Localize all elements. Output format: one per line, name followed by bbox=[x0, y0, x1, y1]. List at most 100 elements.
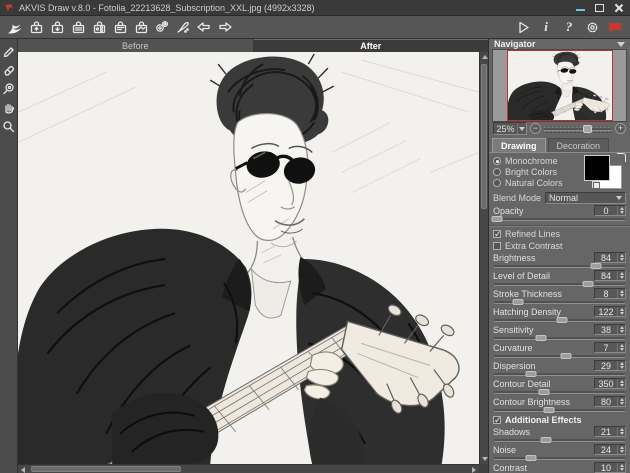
hand-icon[interactable] bbox=[1, 100, 16, 115]
param-spinbox[interactable]: 24 bbox=[594, 444, 626, 455]
param-slider[interactable] bbox=[494, 407, 625, 414]
maximize-button[interactable] bbox=[594, 3, 605, 13]
title-bar: AKVIS Draw v.8.0 - Fotolia_22213628_Subs… bbox=[0, 0, 630, 16]
param-label: Contrast bbox=[493, 463, 527, 473]
param-spinbox[interactable]: 7 bbox=[594, 342, 626, 353]
param-slider[interactable] bbox=[494, 455, 625, 462]
preview-pencil-icon[interactable] bbox=[1, 43, 16, 58]
post-processing-brush-icon[interactable] bbox=[174, 18, 192, 36]
scroll-down-icon[interactable] bbox=[482, 457, 488, 461]
param-spinbox[interactable]: 29 bbox=[594, 360, 626, 371]
navigator-collapse-icon[interactable] bbox=[617, 42, 625, 47]
zoom-magnifier-icon[interactable] bbox=[1, 119, 16, 134]
open-image-icon[interactable] bbox=[27, 18, 45, 36]
param-spinbox[interactable]: 21 bbox=[594, 426, 626, 437]
param-slider[interactable] bbox=[494, 353, 625, 360]
quick-settings-gears-icon[interactable] bbox=[153, 18, 171, 36]
option-refined-lines[interactable]: Refined Lines bbox=[489, 228, 630, 240]
param-slider[interactable] bbox=[494, 335, 625, 342]
zoom-dropdown-icon[interactable] bbox=[517, 123, 526, 134]
param-label: Brightness bbox=[493, 253, 536, 263]
settings-tabs: Drawing Decoration bbox=[489, 138, 630, 153]
image-canvas[interactable] bbox=[18, 52, 479, 464]
close-button[interactable] bbox=[613, 3, 624, 13]
save-image-icon[interactable] bbox=[48, 18, 66, 36]
param-spinbox[interactable]: 350 bbox=[594, 378, 626, 389]
tab-before[interactable]: Before bbox=[18, 39, 254, 52]
horizontal-scrollbar[interactable] bbox=[18, 464, 479, 473]
opacity-spinbox[interactable]: 0 bbox=[594, 205, 626, 216]
blend-mode-select[interactable]: Normal bbox=[545, 192, 626, 204]
foreground-color-swatch[interactable] bbox=[584, 155, 610, 181]
zoom-select[interactable]: 25% bbox=[493, 122, 527, 135]
tab-decoration[interactable]: Decoration bbox=[548, 138, 610, 152]
checkbox-icon[interactable] bbox=[493, 230, 501, 238]
param-spinbox[interactable]: 84 bbox=[594, 270, 626, 281]
param-slider[interactable] bbox=[494, 389, 625, 396]
akvis-bird-logo-icon bbox=[6, 18, 24, 36]
right-sidebar: Navigator 25% − + Drawing Decoration bbox=[488, 39, 630, 473]
swap-colors-icon[interactable] bbox=[617, 153, 626, 162]
batch-processing-icon[interactable] bbox=[111, 18, 129, 36]
help-icon[interactable]: ? bbox=[560, 18, 578, 36]
print-image-icon[interactable] bbox=[69, 18, 87, 36]
param-spinbox[interactable]: 84 bbox=[594, 252, 626, 263]
mode-natural-colors[interactable]: Natural Colors bbox=[493, 177, 584, 188]
color-swatches bbox=[584, 155, 624, 189]
forward-arrow-icon[interactable] bbox=[216, 18, 234, 36]
horizontal-scroll-thumb[interactable] bbox=[31, 466, 181, 472]
run-processing-icon[interactable] bbox=[514, 18, 532, 36]
param-slider[interactable] bbox=[494, 263, 625, 270]
scroll-right-icon[interactable] bbox=[472, 467, 476, 473]
mode-bright-colors[interactable]: Bright Colors bbox=[493, 166, 584, 177]
param-label: Level of Detail bbox=[493, 271, 550, 281]
checkbox-icon[interactable] bbox=[493, 416, 501, 424]
mode-monochrome[interactable]: Monochrome bbox=[493, 155, 584, 166]
reset-colors-icon[interactable] bbox=[592, 181, 600, 189]
zoom-slider-thumb[interactable] bbox=[583, 125, 592, 133]
param-spinbox[interactable]: 122 bbox=[594, 306, 626, 317]
tools-panel bbox=[0, 39, 18, 473]
opacity-slider[interactable] bbox=[494, 216, 625, 223]
param-spinbox[interactable]: 10 bbox=[594, 462, 626, 473]
radio-icon[interactable] bbox=[493, 157, 501, 165]
radio-icon[interactable] bbox=[493, 179, 501, 187]
param-slider[interactable] bbox=[494, 371, 625, 378]
vertical-scroll-thumb[interactable] bbox=[481, 64, 487, 209]
navigator-view-frame[interactable] bbox=[507, 50, 613, 121]
param-slider[interactable] bbox=[494, 299, 625, 306]
zoom-in-button[interactable]: + bbox=[615, 123, 626, 134]
tab-after[interactable]: After bbox=[254, 39, 489, 52]
zoom-out-button[interactable]: − bbox=[530, 123, 541, 134]
param-spinbox[interactable]: 38 bbox=[594, 324, 626, 335]
eraser-icon[interactable] bbox=[1, 62, 16, 77]
param-slider[interactable] bbox=[494, 437, 625, 444]
tab-drawing[interactable]: Drawing bbox=[492, 138, 546, 152]
eyedropper-icon[interactable] bbox=[1, 81, 16, 96]
share-image-icon[interactable] bbox=[90, 18, 108, 36]
blend-mode-label: Blend Mode bbox=[493, 193, 541, 203]
scroll-up-icon[interactable] bbox=[482, 55, 488, 59]
feedback-bubble-icon[interactable] bbox=[606, 18, 624, 36]
navigator-thumbnail[interactable] bbox=[492, 49, 627, 122]
zoom-slider[interactable] bbox=[544, 125, 612, 133]
option-additional-effects[interactable]: Additional Effects bbox=[489, 414, 630, 426]
param-slider[interactable] bbox=[494, 281, 625, 288]
param-label: Shadows bbox=[493, 427, 530, 437]
param-spinbox[interactable]: 8 bbox=[594, 288, 626, 299]
vertical-scrollbar[interactable] bbox=[479, 52, 488, 464]
checkbox-icon[interactable] bbox=[493, 242, 501, 250]
settings-panel: Monochrome Bright Colors Natural Colors bbox=[489, 153, 630, 473]
param-slider[interactable] bbox=[494, 317, 625, 324]
publish-image-icon[interactable] bbox=[132, 18, 150, 36]
param-spinbox[interactable]: 80 bbox=[594, 396, 626, 407]
minimize-button[interactable] bbox=[575, 3, 586, 13]
radio-icon[interactable] bbox=[493, 168, 501, 176]
preferences-gear-icon[interactable] bbox=[583, 18, 601, 36]
main-toolbar: i ? bbox=[0, 16, 630, 39]
about-info-icon[interactable]: i bbox=[537, 18, 555, 36]
back-arrow-icon[interactable] bbox=[195, 18, 213, 36]
scroll-left-icon[interactable] bbox=[21, 467, 25, 473]
param-label: Contour Brightness bbox=[493, 397, 570, 407]
option-extra-contrast[interactable]: Extra Contrast bbox=[489, 240, 630, 252]
